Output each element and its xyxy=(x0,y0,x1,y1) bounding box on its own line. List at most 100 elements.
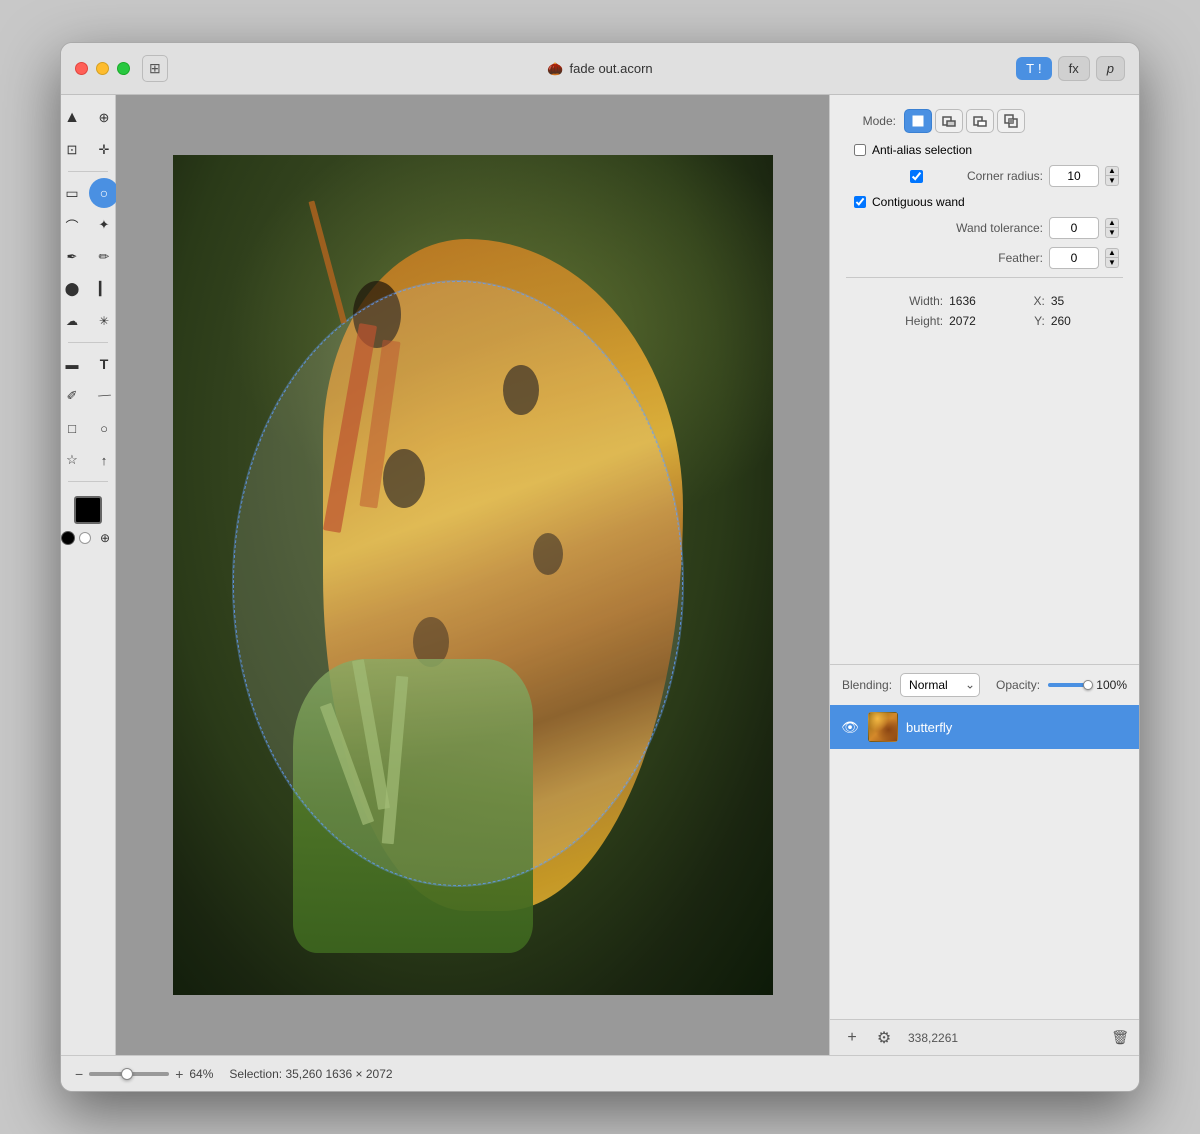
opacity-value: 100% xyxy=(1096,678,1127,692)
layers-coord: 338,2261 xyxy=(908,1031,958,1045)
paint-bucket-button[interactable]: ⬤ xyxy=(61,274,87,304)
color-picker-button[interactable]: ⊕ xyxy=(95,528,115,548)
tool-row-7: ☁ ✳ xyxy=(61,306,119,336)
lasso-tool-button[interactable]: ⌒ xyxy=(61,210,87,240)
feather-input[interactable] xyxy=(1049,247,1099,269)
freehand-button[interactable]: ✏ xyxy=(89,242,119,272)
y-row: Y: 260 xyxy=(1000,314,1071,328)
p-button[interactable]: p xyxy=(1096,56,1125,81)
blending-bar: Blending: Normal Multiply Screen Overlay… xyxy=(830,664,1139,705)
rect-shape-button[interactable]: ▬ xyxy=(61,349,87,379)
fx-button[interactable]: fx xyxy=(1058,56,1090,81)
select-tool-button[interactable]: ▲ xyxy=(61,103,87,133)
swap-colors-icon[interactable] xyxy=(61,531,75,545)
tool-row-10: □ ○ xyxy=(61,413,119,443)
feather-stepper: ▲ ▼ xyxy=(1105,248,1119,268)
tool-divider-1 xyxy=(68,171,108,172)
traffic-lights xyxy=(75,62,130,75)
panel-top: Mode: xyxy=(830,95,1139,350)
layer-name: butterfly xyxy=(906,720,1129,735)
dim-col-left: Width: 1636 Height: 2072 xyxy=(898,294,976,328)
corner-radius-label: Corner radius: xyxy=(933,169,1043,183)
layer-settings-button[interactable]: ⚙ xyxy=(872,1026,896,1050)
blend-mode-select[interactable]: Normal Multiply Screen Overlay Darken Li… xyxy=(900,673,980,697)
rect-draw-button[interactable]: □ xyxy=(61,413,87,443)
dimensions-section: Width: 1636 Height: 2072 X: 35 xyxy=(846,286,1123,336)
stamp-button[interactable]: ✳ xyxy=(89,306,119,336)
delete-layer-button[interactable]: 🗑 xyxy=(1111,1029,1129,1046)
foreground-color[interactable] xyxy=(74,496,102,524)
bg-color-swatch[interactable] xyxy=(79,532,91,544)
zoom-slider-thumb xyxy=(121,1068,133,1080)
star-tool-button[interactable]: ☆ xyxy=(61,445,87,475)
panel-separator-1 xyxy=(846,277,1123,278)
close-button[interactable] xyxy=(75,62,88,75)
ellipse-select-button[interactable]: ○ xyxy=(89,178,119,208)
mode-intersect-button[interactable] xyxy=(997,109,1025,133)
zoom-slider[interactable] xyxy=(89,1072,169,1076)
window-icon: 🌰 xyxy=(547,61,563,77)
selection-info: Selection: 35,260 1636 × 2072 xyxy=(229,1067,392,1081)
color-area: ⊕ xyxy=(61,496,115,548)
contiguous-wand-checkbox[interactable] xyxy=(854,196,866,208)
mode-subtract-button[interactable] xyxy=(966,109,994,133)
text-tool-button[interactable]: T xyxy=(89,349,119,379)
corner-radius-input[interactable]: 10 xyxy=(1049,165,1099,187)
layer-visibility-button[interactable]: 👁 xyxy=(840,717,860,737)
mode-replace-button[interactable] xyxy=(904,109,932,133)
pen-tool-button[interactable]: ✒ xyxy=(61,242,87,272)
y-value: 260 xyxy=(1051,314,1071,328)
magic-wand-button[interactable]: ✦ xyxy=(89,210,119,240)
transform-tool-button[interactable]: ✛ xyxy=(89,135,119,165)
corner-radius-down[interactable]: ▼ xyxy=(1105,176,1119,186)
feather-down[interactable]: ▼ xyxy=(1105,258,1119,268)
bezier-tool-button[interactable]: ✐ xyxy=(61,381,87,411)
contiguous-wand-row: Contiguous wand xyxy=(846,195,1123,209)
feather-row: Feather: ▲ ▼ xyxy=(846,247,1123,269)
arrow-tool-button[interactable]: ↑ xyxy=(89,445,119,475)
selection-oval xyxy=(233,281,683,886)
corner-radius-checkbox[interactable] xyxy=(910,170,923,183)
add-layer-button[interactable]: + xyxy=(840,1026,864,1050)
ellipse-draw-button[interactable]: ○ xyxy=(89,413,119,443)
feather-up[interactable]: ▲ xyxy=(1105,248,1119,258)
corner-radius-up[interactable]: ▲ xyxy=(1105,166,1119,176)
tool-divider-2 xyxy=(68,342,108,343)
p-label: p xyxy=(1107,61,1114,76)
tool-row-2: ⊡ ✛ xyxy=(61,135,119,165)
y-label: Y: xyxy=(1000,314,1045,328)
wand-tolerance-up[interactable]: ▲ xyxy=(1105,218,1119,228)
main-content: ▲ ⊕ ⊡ ✛ ▭ ○ ⌒ ✦ ✒ ✏ ⬤ ▎ xyxy=(61,95,1139,1055)
width-value: 1636 xyxy=(949,294,976,308)
tool-label: ! xyxy=(1038,61,1042,76)
panel-spacer xyxy=(830,350,1139,664)
zoom-tool-button[interactable]: ⊕ xyxy=(89,103,119,133)
eraser-button[interactable]: ☁ xyxy=(61,306,87,336)
minimize-button[interactable] xyxy=(96,62,109,75)
layer-item[interactable]: 👁 butterfly xyxy=(830,705,1139,749)
maximize-button[interactable] xyxy=(117,62,130,75)
zoom-in-button[interactable]: + xyxy=(175,1066,183,1082)
canvas-area[interactable] xyxy=(116,95,829,1055)
wand-tolerance-input[interactable] xyxy=(1049,217,1099,239)
corner-radius-stepper: ▲ ▼ xyxy=(1105,166,1119,186)
tool-row-3: ▭ ○ xyxy=(61,178,119,208)
anti-alias-checkbox[interactable] xyxy=(854,144,866,156)
titlebar: ⊞ 🌰 fade out.acorn T ! fx p xyxy=(61,43,1139,95)
titlebar-right: T ! fx p xyxy=(1016,56,1125,81)
height-value: 2072 xyxy=(949,314,976,328)
canvas[interactable] xyxy=(173,155,773,995)
mode-add-button[interactable] xyxy=(935,109,963,133)
tool-icon: T xyxy=(1026,61,1034,76)
mode-label: Mode: xyxy=(846,114,896,128)
rect-select-button[interactable]: ▭ xyxy=(61,178,87,208)
wand-tolerance-stepper: ▲ ▼ xyxy=(1105,218,1119,238)
opacity-slider[interactable] xyxy=(1048,683,1088,687)
mode-row: Mode: xyxy=(846,109,1123,133)
sidebar-toggle-button[interactable]: ⊞ xyxy=(142,55,168,82)
wand-tolerance-down[interactable]: ▼ xyxy=(1105,228,1119,238)
zoom-out-button[interactable]: − xyxy=(75,1066,83,1082)
tool-options-button[interactable]: T ! xyxy=(1016,57,1052,80)
crop-tool-button[interactable]: ⊡ xyxy=(61,135,87,165)
brush-button[interactable]: ▎ xyxy=(89,274,119,304)
